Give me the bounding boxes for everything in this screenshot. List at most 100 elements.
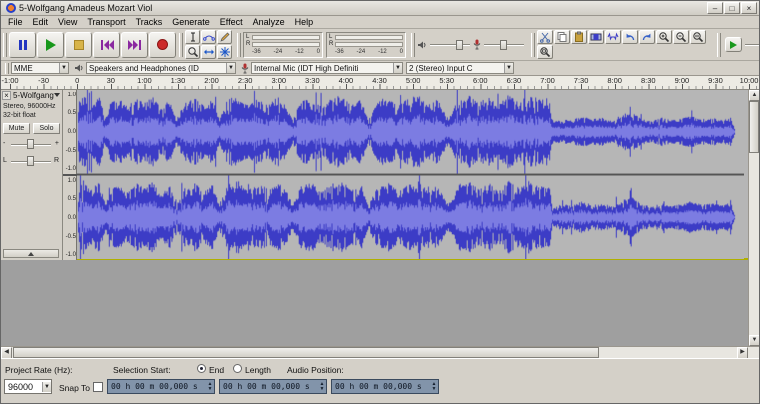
maximize-button[interactable]: □ [724,2,740,14]
horizontal-scrollbar-thumb[interactable] [13,347,599,358]
playback-meter-gripper[interactable] [237,33,241,57]
snap-to-checkbox[interactable] [93,382,103,392]
track-collapse-button[interactable] [3,249,59,258]
vruler-label: -0.5 [66,148,76,154]
gain-minus-label: - [3,140,5,147]
paste-button[interactable] [571,30,587,44]
titlebar[interactable]: 5-Wolfgang Amadeus Mozart Viol – □ × [1,1,759,16]
copy-button[interactable] [554,30,570,44]
selection-start-field[interactable]: 00 h 00 m 00,000 s ▲▼ [107,379,215,394]
toolbar-row: L R -36 -24 -12 0 L R -36 -24 -12 0 [1,29,759,61]
silence-button[interactable] [605,30,621,44]
vertical-scrollbar[interactable]: ▲ ▼ [748,90,759,346]
menu-item-edit[interactable]: Edit [28,16,54,29]
transport-toolbar-gripper[interactable] [3,33,7,57]
input-volume-slider[interactable] [484,39,524,51]
undo-button[interactable] [622,30,638,44]
selection-tool-button[interactable] [185,30,200,44]
recording-meter[interactable]: L R -36 -24 -12 0 [326,32,406,58]
play-button[interactable] [37,32,64,58]
pan-thumb[interactable] [27,156,34,166]
audio-host-select[interactable]: MME▼ [11,62,69,74]
horizontal-scrollbar[interactable]: ◀ ▶ [1,346,759,358]
timeline-ruler[interactable]: -1:00 -30 0 30 1:00 1:30 2:00 2:30 3:00 … [1,76,759,90]
spinner-arrows-icon[interactable]: ▲▼ [206,382,214,392]
scroll-up-icon[interactable]: ▲ [749,90,760,101]
menu-item-analyze[interactable]: Analyze [248,16,290,29]
edit-toolbar-gripper[interactable] [531,33,535,57]
trim-button[interactable] [588,30,604,44]
pause-button[interactable] [9,32,36,58]
device-toolbar-gripper[interactable] [5,63,9,74]
solo-button[interactable]: Solo [33,123,60,134]
envelope-tool-button[interactable] [201,30,216,44]
track-pan-slider[interactable]: L R [3,155,59,168]
vruler-label: 0.5 [68,110,76,116]
input-channels-select[interactable]: 2 (Stereo) Input C▼ [406,62,514,74]
menu-item-generate[interactable]: Generate [167,16,215,29]
play-at-speed-icon [730,41,737,49]
timeshift-tool-icon [203,46,215,58]
mixer-toolbar-gripper[interactable] [411,33,415,57]
menu-item-help[interactable]: Help [290,16,319,29]
skip-to-start-button[interactable] [93,32,120,58]
spinner-arrows-icon[interactable]: ▲▼ [430,382,438,392]
length-radio[interactable] [233,364,242,373]
vruler-label: -1.0 [66,252,76,258]
draw-tool-button[interactable] [217,30,232,44]
multi-tool-button[interactable] [217,45,232,59]
timeline-label: 30 [94,76,128,86]
menu-item-file[interactable]: File [3,16,28,29]
mute-button[interactable]: Mute [3,123,30,134]
track-close-button[interactable]: × [2,91,11,100]
skip-to-end-button[interactable] [121,32,148,58]
fit-project-button[interactable] [537,45,553,59]
playback-meter[interactable]: L R -36 -24 -12 0 [243,32,323,58]
menu-item-effect[interactable]: Effect [215,16,248,29]
redo-icon [641,31,653,43]
collapse-arrow-icon [28,252,34,256]
zoom-tool-button[interactable] [185,45,200,59]
zoom-out-button[interactable] [673,30,689,44]
stereo-waveform[interactable] [77,90,744,259]
play-at-speed-button[interactable] [725,37,742,52]
fit-selection-button[interactable] [690,30,706,44]
output-volume-slider[interactable] [430,39,470,51]
track-menu-caret-icon[interactable] [54,93,60,97]
track-gain-slider[interactable]: - + [3,138,59,151]
timeshift-tool-button[interactable] [201,45,216,59]
track-title[interactable]: 5-Wolfgang [13,91,54,100]
stop-button[interactable] [65,32,92,58]
skip-to-start-icon [100,39,114,51]
audio-position-label: Audio Position: [287,365,344,375]
menu-item-tracks[interactable]: Tracks [131,16,168,29]
spinner-arrows-icon[interactable]: ▲▼ [318,382,326,392]
scroll-down-icon[interactable]: ▼ [749,335,760,346]
timeline-label: 6:00 [464,76,498,86]
playback-speed-slider[interactable] [745,39,759,51]
timeline-label: 1:00 [128,76,162,86]
close-button[interactable]: × [741,2,757,14]
selection-end-field[interactable]: 00 h 00 m 00,000 s ▲▼ [219,379,327,394]
transcription-toolbar-gripper[interactable] [717,33,721,57]
length-radio-label: Length [245,365,271,375]
redo-button[interactable] [639,30,655,44]
input-device-select[interactable]: Internal Mic (IDT High Definiti▼ [251,62,403,74]
tools-toolbar-gripper[interactable] [179,33,183,57]
project-rate-select[interactable]: 96000 ▼ [4,379,52,394]
record-button[interactable] [149,32,176,58]
vertical-scrollbar-thumb[interactable] [749,101,759,153]
minimize-button[interactable]: – [707,2,723,14]
audio-position-field[interactable]: 00 h 00 m 00,000 s ▲▼ [331,379,439,394]
audio-track[interactable]: × 5-Wolfgang Stereo, 96000Hz 32-bit floa… [1,90,749,260]
zoom-in-button[interactable] [656,30,672,44]
gain-thumb[interactable] [27,139,34,149]
output-volume-thumb[interactable] [456,40,463,50]
cut-button[interactable] [537,30,553,44]
output-device-select[interactable]: Speakers and Headphones (ID▼ [86,62,236,74]
menu-item-transport[interactable]: Transport [82,16,130,29]
input-volume-thumb[interactable] [500,40,507,50]
timeline-label: 9:30 [699,76,733,86]
end-radio[interactable] [197,364,206,373]
menu-item-view[interactable]: View [53,16,82,29]
